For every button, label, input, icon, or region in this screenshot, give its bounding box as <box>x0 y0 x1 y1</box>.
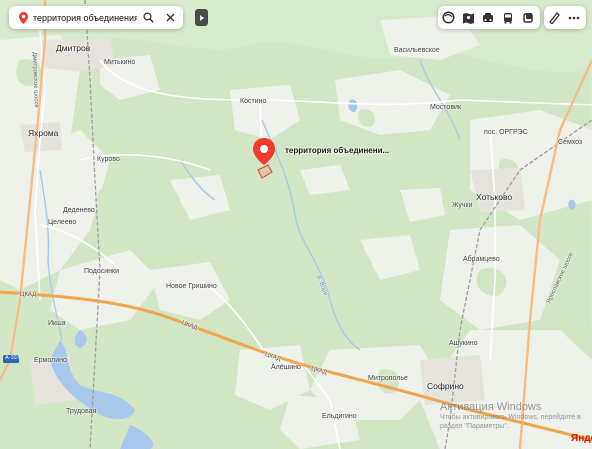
windows-activation-watermark: Активация Windows Чтобы активировать Win… <box>440 401 581 431</box>
place-label: Семхоз <box>558 139 583 146</box>
place-label: Яхрома <box>28 128 59 138</box>
ruler-button[interactable] <box>544 6 564 29</box>
saved-icon <box>523 12 533 23</box>
search-icon <box>142 12 154 23</box>
yandex-logo[interactable]: Янде <box>571 433 592 444</box>
transit-button[interactable] <box>498 6 518 29</box>
map-tools-toolbar <box>438 6 540 29</box>
place-label: пос. ОРГРЭС <box>484 129 528 136</box>
route-label-a107: А-107 <box>5 355 20 361</box>
measure-toolbar <box>544 6 586 29</box>
place-label: Костино <box>240 98 267 105</box>
clear-search-button[interactable] <box>159 7 181 29</box>
search-button[interactable] <box>137 7 159 29</box>
marker-label[interactable]: территория объединени... <box>285 146 389 155</box>
place-label: Дмитров <box>56 43 91 53</box>
more-button[interactable] <box>564 6 584 29</box>
transit-icon <box>504 12 512 23</box>
place-label: Ельдигино <box>322 413 357 420</box>
place-label: Деденево <box>63 207 95 214</box>
place-label: Васильевское <box>394 47 440 54</box>
more-icon <box>568 16 580 19</box>
search-panel[interactable]: территория объединения Серг <box>9 6 183 29</box>
ruler-icon <box>549 11 560 24</box>
place-label: Хотьково <box>476 192 513 202</box>
collapse-panel-button[interactable] <box>195 9 208 26</box>
saved-button[interactable] <box>518 6 538 29</box>
panorama-button[interactable] <box>458 6 478 29</box>
place-label: Софрино <box>427 381 464 391</box>
place-label: Новое Гришино <box>166 283 217 290</box>
place-label: Ашукино <box>449 340 478 347</box>
place-label: Трудовая <box>66 408 97 415</box>
road-label: ЦКАД <box>20 292 37 298</box>
panorama-icon <box>462 12 474 24</box>
place-label: Ермолино <box>34 357 67 364</box>
place-label: Подосинки <box>84 268 119 275</box>
place-label: Икша <box>48 320 66 327</box>
traffic-icon <box>483 12 493 22</box>
location-pin-icon <box>15 11 31 24</box>
play-arrow-icon <box>199 14 204 21</box>
place-label: Курово <box>97 156 120 163</box>
place-label: Целеево <box>48 219 77 226</box>
watermark-title: Активация Windows <box>440 401 542 413</box>
watermark-line-1: Чтобы активировать Windows, перейдите в <box>440 414 581 421</box>
place-label: Жучки <box>452 202 473 209</box>
close-icon <box>166 13 174 22</box>
place-label: Алёшино <box>271 364 301 371</box>
place-label: Митькино <box>104 59 136 66</box>
watermark-line-2: раздел "Параметры". <box>440 423 509 430</box>
place-label: Мостовик <box>430 104 462 111</box>
search-input[interactable]: территория объединения Серг <box>33 13 137 23</box>
traffic-button[interactable] <box>478 6 498 29</box>
layers-button[interactable] <box>438 6 458 29</box>
place-label: Абрамцево <box>463 256 500 263</box>
place-label: Митрополье <box>368 375 408 382</box>
layers-icon <box>441 11 455 24</box>
map-canvas[interactable] <box>0 0 592 449</box>
